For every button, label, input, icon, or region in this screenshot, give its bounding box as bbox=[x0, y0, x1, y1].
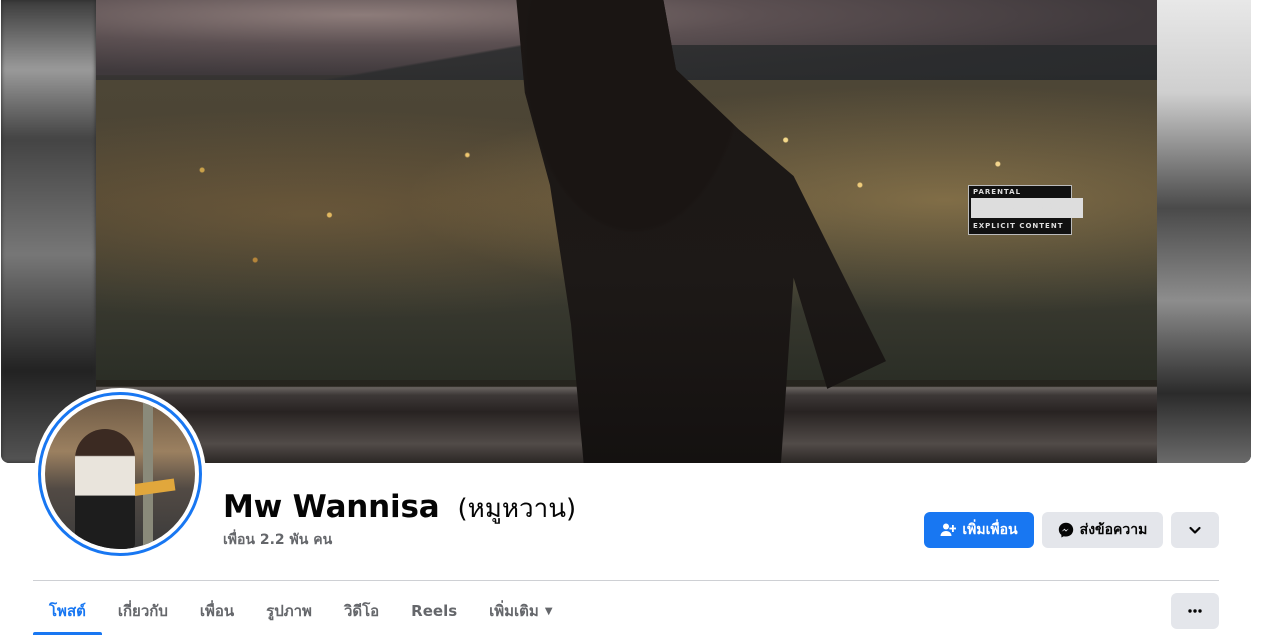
section-divider bbox=[33, 580, 1219, 581]
message-button[interactable]: ส่งข้อความ bbox=[1042, 512, 1163, 548]
tab-photos[interactable]: รูปภาพ bbox=[250, 590, 328, 632]
more-options-button[interactable] bbox=[1171, 593, 1219, 629]
more-dots-icon bbox=[1187, 603, 1203, 619]
add-friend-label: เพิ่มเพื่อน bbox=[962, 522, 1018, 538]
chevron-down-icon bbox=[1188, 523, 1202, 537]
caret-down-icon: ▼ bbox=[544, 605, 553, 617]
tab-friends[interactable]: เพื่อน bbox=[184, 590, 250, 632]
tab-reels[interactable]: Reels bbox=[395, 590, 473, 632]
profile-page: PARENTAL ADVISORY EXPLICIT CONTENT Mw Wa… bbox=[0, 0, 1268, 635]
tab-posts[interactable]: โพสต์ bbox=[33, 590, 102, 635]
profile-avatar[interactable] bbox=[34, 388, 206, 560]
cover-photo[interactable]: PARENTAL ADVISORY EXPLICIT CONTENT bbox=[1, 0, 1251, 463]
parental-advisory-label: PARENTAL ADVISORY EXPLICIT CONTENT bbox=[968, 185, 1083, 235]
story-ring bbox=[38, 392, 202, 556]
cover-blur-right bbox=[1157, 0, 1251, 463]
avatar-image bbox=[45, 399, 195, 549]
tab-about[interactable]: เกี่ยวกับ bbox=[102, 590, 184, 632]
profile-options-button[interactable] bbox=[1171, 512, 1219, 548]
profile-name: Mw Wannisa bbox=[223, 489, 440, 525]
friend-count-link[interactable]: เพื่อน 2.2 พัน คน bbox=[223, 529, 332, 551]
add-friend-button[interactable]: เพิ่มเพื่อน bbox=[924, 512, 1034, 548]
messenger-icon bbox=[1058, 522, 1074, 538]
add-friend-icon bbox=[940, 522, 957, 538]
tab-more[interactable]: เพิ่มเติม ▼ bbox=[473, 590, 568, 632]
alternate-name: (หมูหวาน) bbox=[457, 494, 577, 524]
tab-videos[interactable]: วิดีโอ bbox=[328, 590, 395, 632]
profile-tabs: โพสต์ เกี่ยวกับ เพื่อน รูปภาพ วิดีโอ Ree… bbox=[33, 590, 569, 635]
cover-image: PARENTAL ADVISORY EXPLICIT CONTENT bbox=[96, 0, 1157, 463]
message-label: ส่งข้อความ bbox=[1079, 522, 1148, 538]
profile-name-row: Mw Wannisa (หมูหวาน) bbox=[223, 488, 576, 529]
cover-blur-left bbox=[1, 0, 96, 463]
